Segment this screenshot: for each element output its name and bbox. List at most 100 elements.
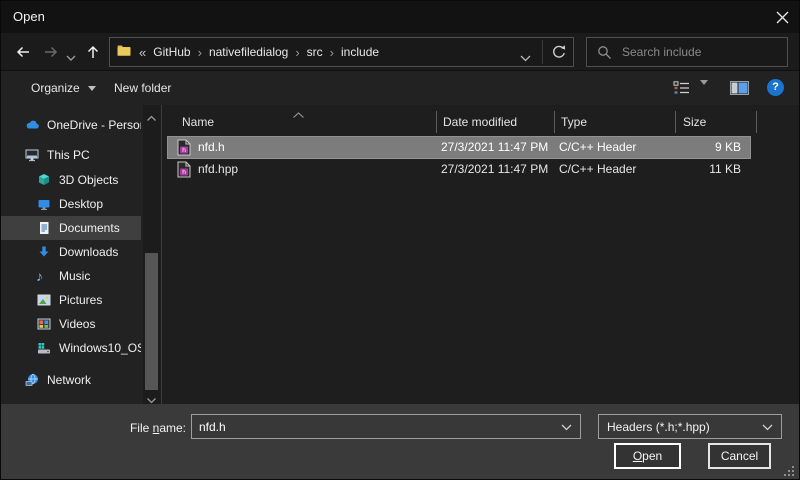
- scroll-up-icon[interactable]: [146, 110, 157, 118]
- column-headers: Name Date modified Type Size: [162, 105, 800, 136]
- file-size: 9 KB: [623, 140, 741, 154]
- column-header-name[interactable]: Name: [182, 115, 214, 129]
- file-size: 11 KB: [623, 162, 741, 176]
- header-file-icon: h: [177, 139, 191, 156]
- column-header-size[interactable]: Size: [683, 115, 706, 129]
- combo-chevron-icon[interactable]: [561, 418, 572, 436]
- sidebar-item-label: Network: [47, 373, 91, 387]
- column-header-date-modified[interactable]: Date modified: [443, 115, 517, 129]
- column-divider: [436, 111, 437, 133]
- sidebar-item-documents[interactable]: Documents: [1, 216, 141, 240]
- file-list: Name Date modified Type Size h nfd.h 27/…: [162, 105, 800, 404]
- file-name-label: File name:: [61, 421, 186, 435]
- navigation-bar: « GitHub › nativefiledialog › src › incl…: [1, 33, 799, 71]
- close-icon[interactable]: [775, 10, 790, 25]
- resize-grip[interactable]: [792, 474, 794, 476]
- search-box: [586, 37, 788, 67]
- organize-button[interactable]: Organize: [31, 71, 96, 105]
- sidebar-item-label: Downloads: [59, 245, 118, 259]
- sidebar-item-label: 3D Objects: [59, 173, 118, 187]
- file-row-nfd-hpp[interactable]: h nfd.hpp 27/3/2021 11:47 PM C/C++ Heade…: [168, 159, 750, 180]
- scrollbar-thumb[interactable]: [145, 253, 158, 390]
- sidebar-item-windows10-os[interactable]: Windows10_OS (: [1, 336, 141, 360]
- change-view-icon[interactable]: [673, 81, 691, 100]
- address-bar[interactable]: « GitHub › nativefiledialog › src › incl…: [109, 37, 574, 67]
- desktop-screen-icon: [36, 196, 52, 212]
- sidebar-item-videos[interactable]: Videos: [1, 312, 141, 336]
- sidebar-item-3d-objects[interactable]: 3D Objects: [1, 168, 141, 192]
- sidebar-item-label: Desktop: [59, 197, 103, 211]
- titlebar: Open: [1, 1, 799, 33]
- chevron-down-icon: [88, 86, 96, 91]
- music-note-icon: ♪: [36, 268, 52, 284]
- sidebar-item-label: This PC: [47, 148, 90, 162]
- back-arrow-icon[interactable]: [15, 44, 31, 60]
- sidebar: OneDrive - Persor This PC 3D Objects Des…: [1, 105, 143, 404]
- breadcrumb-segment-nativefiledialog[interactable]: nativefiledialog: [209, 45, 288, 59]
- help-icon[interactable]: ?: [767, 79, 784, 96]
- download-arrow-icon: [36, 244, 52, 260]
- breadcrumb: « GitHub › nativefiledialog › src › incl…: [116, 38, 379, 66]
- file-name: nfd.h: [198, 140, 225, 154]
- sidebar-item-label: Music: [59, 269, 90, 283]
- view-options-caret-icon[interactable]: [700, 85, 708, 103]
- up-arrow-icon[interactable]: [85, 44, 101, 60]
- file-name-combobox: [191, 414, 581, 439]
- sidebar-scrollbar[interactable]: [143, 105, 160, 404]
- sidebar-item-music[interactable]: ♪ Music: [1, 264, 141, 288]
- forward-arrow-icon[interactable]: [43, 44, 59, 60]
- column-header-type[interactable]: Type: [561, 115, 587, 129]
- column-divider: [756, 111, 757, 133]
- column-divider: [675, 111, 676, 133]
- cancel-button[interactable]: Cancel: [708, 443, 771, 469]
- organize-label: Organize: [31, 81, 80, 95]
- search-icon: [597, 45, 612, 60]
- breadcrumb-segment-src[interactable]: src: [307, 45, 323, 59]
- breadcrumb-separator: ›: [198, 45, 202, 60]
- sidebar-item-onedrive[interactable]: OneDrive - Persor: [1, 113, 141, 137]
- sidebar-item-pictures[interactable]: Pictures: [1, 288, 141, 312]
- combo-chevron-icon: [762, 420, 773, 434]
- new-folder-button[interactable]: New folder: [114, 71, 171, 105]
- scroll-down-icon[interactable]: [146, 392, 157, 400]
- breadcrumb-collapse[interactable]: «: [139, 45, 146, 60]
- header-file-icon: h: [177, 161, 191, 178]
- sidebar-item-desktop[interactable]: Desktop: [1, 192, 141, 216]
- svg-text:h: h: [182, 169, 186, 176]
- document-pages-icon: [36, 220, 52, 236]
- toolbar: Organize New folder ?: [1, 71, 799, 105]
- sidebar-item-label: Pictures: [59, 293, 102, 307]
- preview-pane-icon[interactable]: [730, 81, 749, 100]
- footer: File name: Headers (*.h;*.hpp) Open Canc…: [1, 404, 799, 480]
- address-divider: [542, 40, 543, 64]
- film-strip-icon: [36, 316, 52, 332]
- computer-monitor-icon: [24, 147, 40, 163]
- sidebar-item-network[interactable]: Network: [1, 368, 141, 392]
- breadcrumb-segment-github[interactable]: GitHub: [153, 45, 190, 59]
- search-input[interactable]: [620, 44, 787, 60]
- file-type-dropdown[interactable]: Headers (*.h;*.hpp): [598, 414, 782, 439]
- file-date-modified: 27/3/2021 11:47 PM: [441, 162, 548, 176]
- network-globe-icon: [24, 372, 40, 388]
- sidebar-item-label: OneDrive - Persor: [47, 118, 141, 132]
- breadcrumb-separator: ›: [330, 45, 334, 60]
- sidebar-item-label: Windows10_OS (: [59, 341, 141, 355]
- sidebar-item-this-pc[interactable]: This PC: [1, 143, 141, 167]
- file-row-nfd-h[interactable]: h nfd.h 27/3/2021 11:47 PM C/C++ Header …: [168, 137, 750, 158]
- file-name-input[interactable]: [192, 419, 561, 435]
- sidebar-item-downloads[interactable]: Downloads: [1, 240, 141, 264]
- new-folder-label: New folder: [114, 81, 171, 95]
- sidebar-item-label: Documents: [59, 221, 120, 235]
- picture-frame-icon: [36, 292, 52, 308]
- open-button[interactable]: Open: [614, 443, 681, 469]
- sort-ascending-icon: [292, 108, 305, 122]
- file-date-modified: 27/3/2021 11:47 PM: [441, 140, 548, 154]
- folder-icon: [116, 43, 132, 61]
- hard-drive-windows-icon: [36, 340, 52, 356]
- open-file-dialog: Open « GitHub › nativefiledialo: [0, 0, 800, 480]
- address-dropdown-chevron-icon[interactable]: [520, 49, 531, 67]
- history-chevron-icon[interactable]: [66, 49, 82, 65]
- refresh-icon[interactable]: [551, 44, 567, 60]
- sidebar-item-label: Videos: [59, 317, 95, 331]
- breadcrumb-segment-include[interactable]: include: [341, 45, 379, 59]
